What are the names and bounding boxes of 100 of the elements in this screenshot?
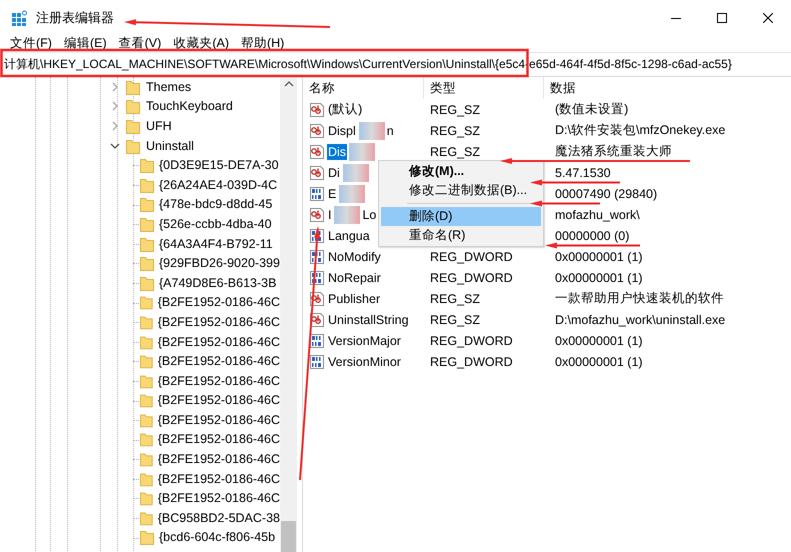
tree-item[interactable]: {B2FE1952-0186-46C	[158, 354, 280, 368]
value-name[interactable]: Di	[327, 164, 341, 180]
tree-item[interactable]: {B2FE1952-0186-46C	[158, 314, 280, 329]
value-type: REG_SZ	[430, 312, 480, 326]
folder-icon	[140, 490, 153, 506]
value-type: REG_DWORD	[430, 270, 513, 284]
tree-item[interactable]: {B2FE1952-0186-46C	[158, 393, 280, 408]
context-menu-item[interactable]: 修改(M)...	[381, 162, 541, 181]
chevron-right-icon[interactable]	[110, 101, 120, 112]
scrollbar-thumb[interactable]	[281, 521, 296, 552]
value-type: REG_DWORD	[430, 250, 513, 264]
folder-icon	[140, 451, 153, 468]
value-data: D:\mofazhu_work\uninstall.exe	[555, 312, 726, 326]
tree-item[interactable]: {929FBD26-9020-399	[159, 256, 280, 270]
value-name: Lo	[362, 208, 376, 222]
tree-item[interactable]: {A749D8E6-B613-3B	[159, 276, 276, 290]
folder-icon	[140, 196, 154, 212]
folder-icon	[140, 372, 153, 389]
menu-item[interactable]: 收藏夹(A)	[167, 35, 235, 52]
tree-item[interactable]: {B2FE1952-0186-46C	[158, 412, 280, 427]
value-data: 魔法猪系统重装大师	[555, 143, 672, 160]
tree-item[interactable]: Themes	[146, 80, 192, 94]
value-type: REG_SZ	[430, 144, 480, 158]
scrollbar[interactable]	[280, 77, 297, 552]
binary-value-icon	[309, 354, 325, 370]
folder-icon	[140, 470, 153, 487]
menu-item[interactable]: 查看(V)	[112, 35, 168, 52]
column-header[interactable]: 类型	[424, 77, 544, 99]
folder-icon	[126, 138, 140, 154]
menu-item[interactable]: 编辑(E)	[58, 35, 113, 52]
value-name[interactable]: E	[327, 186, 338, 202]
value-data: 0x00000001 (1)	[555, 354, 643, 368]
value-type: REG_DWORD	[430, 334, 513, 348]
window-title: 注册表编辑器	[36, 8, 114, 26]
tree-item[interactable]: TouchKeyboard	[146, 99, 233, 114]
binary-value-icon	[309, 186, 325, 202]
value-data: D:\软件安装包\mfzOnekey.exe	[555, 122, 726, 139]
tree-item[interactable]: {B2FE1952-0186-46C	[158, 374, 280, 388]
menu-item[interactable]: 文件(F)	[4, 35, 58, 52]
menu-item[interactable]: 帮助(H)	[234, 35, 290, 52]
folder-icon	[140, 412, 153, 428]
context-menu-item[interactable]: 删除(D)	[381, 207, 541, 226]
tree-item[interactable]: {B2FE1952-0186-46C	[158, 491, 280, 506]
folder-icon	[140, 392, 153, 408]
tree-item[interactable]: {B2FE1952-0186-46C	[158, 334, 280, 349]
tree-item[interactable]: {26A24AE4-039D-4C	[159, 178, 278, 192]
string-value-icon	[309, 122, 325, 138]
context-menu-item[interactable]: 修改二进制数据(B)...	[381, 181, 541, 200]
column-header[interactable]: 数据	[544, 77, 791, 99]
tree-item[interactable]: {B2FE1952-0186-46C	[158, 472, 280, 486]
tree-item[interactable]: Uninstall	[146, 138, 194, 153]
value-name[interactable]: Dis	[327, 144, 348, 160]
folder-icon	[140, 314, 153, 330]
value-name[interactable]: NoModify	[327, 248, 382, 264]
binary-value-icon	[309, 332, 325, 348]
tree-item[interactable]: {bcd6-604c-f806-45b	[159, 530, 276, 544]
folder-icon	[140, 431, 153, 448]
tree-item[interactable]: {526e-ccbb-4dba-40	[159, 216, 272, 231]
value-data: 00007490 (29840)	[555, 186, 658, 200]
annotation-arrow	[530, 200, 600, 206]
tree-item[interactable]: {0D3E9E15-DE7A-30	[159, 158, 279, 172]
tree-item[interactable]: {478e-bdc9-d8dd-45	[159, 197, 272, 212]
value-name[interactable]: NoRepair	[327, 270, 382, 286]
registry-app-icon	[12, 10, 28, 26]
context-menu-item[interactable]: 重命名(R)	[381, 226, 541, 245]
value-data: 0x00000001 (1)	[555, 270, 643, 284]
tree-item[interactable]: UFH	[146, 118, 172, 133]
folder-icon	[140, 274, 154, 291]
value-name[interactable]: I	[327, 206, 332, 222]
value-data: mofazhu_work\	[555, 208, 640, 222]
tree-item[interactable]: {B2FE1952-0186-46C	[158, 295, 280, 310]
folder-icon	[140, 353, 153, 370]
value-type: REG_SZ	[430, 102, 480, 116]
chevron-down-icon[interactable]	[110, 140, 120, 151]
value-data: (数值未设置)	[555, 101, 628, 118]
value-name[interactable]: Langua	[327, 228, 371, 244]
chevron-right-icon[interactable]	[110, 120, 120, 131]
value-name[interactable]: VersionMajor	[327, 332, 402, 348]
value-name[interactable]: Displ	[327, 122, 357, 138]
tree-item[interactable]: {64A3A4F4-B792-11	[159, 236, 273, 251]
maximize-icon	[717, 12, 727, 22]
folder-icon	[140, 529, 154, 546]
value-data: 一款帮助用户快速装机的软件	[555, 290, 724, 307]
value-name[interactable]: (默认)	[327, 100, 364, 119]
value-name[interactable]: Publisher	[327, 290, 382, 306]
folder-icon	[126, 78, 140, 95]
value-name[interactable]: UninstallString	[327, 312, 410, 328]
value-type: REG_SZ	[430, 292, 480, 306]
value-data: 0x00000001 (1)	[555, 250, 643, 264]
tree-item[interactable]: {B2FE1952-0186-46C	[158, 452, 280, 466]
folder-icon	[126, 98, 140, 114]
value-name[interactable]: VersionMinor	[327, 354, 402, 370]
value-type: REG_SZ	[430, 124, 480, 138]
column-header[interactable]: 名称	[303, 77, 424, 99]
tree-item[interactable]: {B2FE1952-0186-46C	[158, 432, 280, 446]
value-data: 00000000 (0)	[555, 228, 630, 242]
tree-item[interactable]: {BC958BD2-5DAC-38	[158, 510, 280, 525]
chevron-right-icon[interactable]	[110, 82, 120, 92]
value-name: n	[386, 124, 394, 138]
string-value-icon	[309, 102, 325, 118]
